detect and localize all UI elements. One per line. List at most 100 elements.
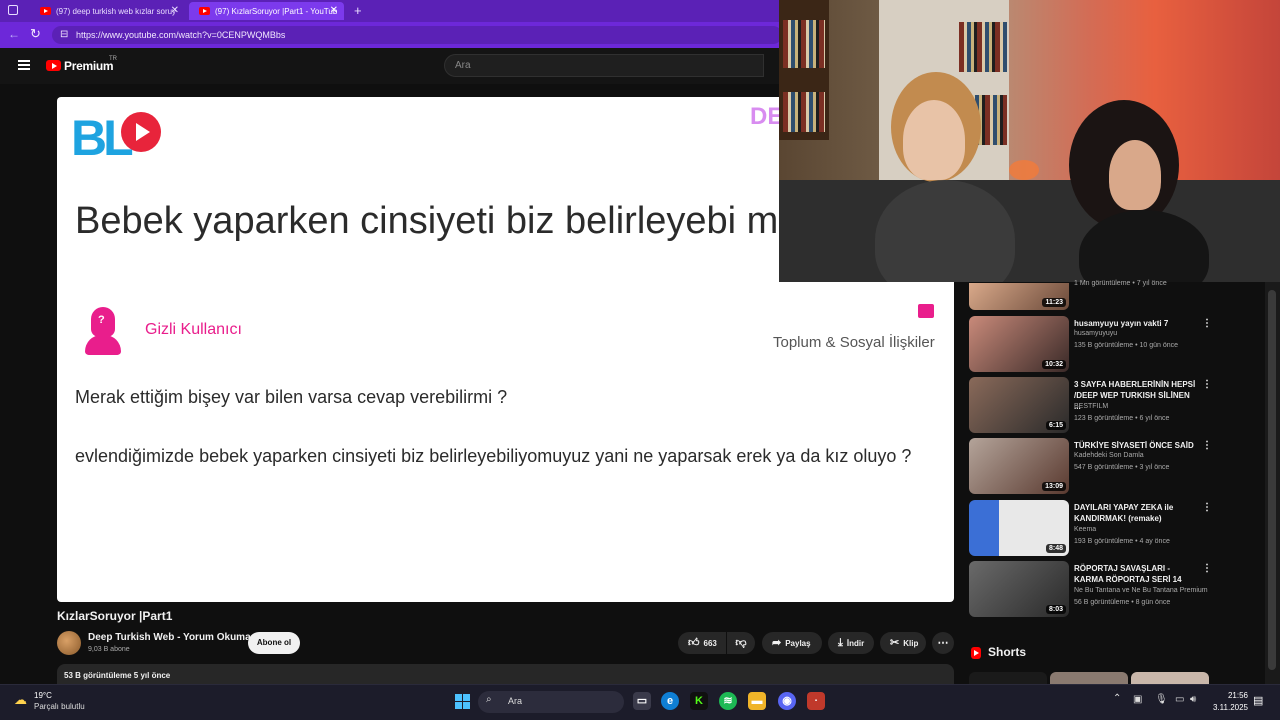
edge-icon[interactable]: e bbox=[661, 692, 679, 710]
shorts-icon bbox=[971, 647, 981, 659]
recommended-video[interactable]: 6:15 3 SAYFA HABERLERİNİN HEPSİ /DEEP WE… bbox=[969, 377, 1212, 435]
short-thumbnail[interactable] bbox=[969, 672, 1047, 684]
weather-temperature[interactable]: 19°C bbox=[34, 691, 52, 700]
tab-label: (97) KızlarSoruyor |Part1 - YouTub bbox=[215, 7, 338, 16]
microphone-icon[interactable]: 🎙︎ bbox=[1155, 694, 1168, 705]
anonymous-user-icon: ? bbox=[85, 307, 121, 357]
back-arrow-icon[interactable]: ← bbox=[8, 27, 20, 41]
kick-icon[interactable]: K bbox=[690, 692, 708, 710]
channel-name[interactable]: Deep Turkish Web - Yorum Okuma bbox=[88, 632, 251, 643]
weather-icon[interactable]: ☁ bbox=[14, 692, 27, 708]
share-button[interactable]: ➦ Paylaş bbox=[762, 632, 822, 654]
tray-app-icon[interactable]: ▣ bbox=[1133, 694, 1142, 705]
video-meta: 56 B görüntüleme • 8 gün önce bbox=[1074, 599, 1171, 606]
spotify-icon[interactable]: ≋ bbox=[719, 692, 737, 710]
task-view-icon[interactable]: ▭ bbox=[633, 692, 651, 710]
video-thumbnail[interactable]: 8:48 bbox=[969, 500, 1069, 556]
close-tab-icon[interactable]: ✕ bbox=[171, 5, 179, 16]
clock-date[interactable]: 3.11.2025 bbox=[1206, 703, 1248, 712]
video-duration: 6:15 bbox=[1045, 421, 1066, 430]
more-options-icon[interactable]: ⋮ bbox=[1202, 379, 1212, 390]
weather-condition[interactable]: Parçalı bulutlu bbox=[34, 702, 85, 711]
youtube-logo-icon[interactable] bbox=[46, 60, 61, 71]
subscribe-button[interactable]: Abone ol bbox=[248, 632, 300, 654]
short-thumbnail[interactable] bbox=[1050, 672, 1128, 684]
video-meta: 123 B görüntüleme • 6 yıl önce bbox=[1074, 415, 1170, 422]
video-channel: Kadehdeki Son Damla bbox=[1074, 452, 1144, 459]
video-title: TÜRKİYE SİYASETİ ÖNCE SAİD bbox=[1074, 441, 1194, 450]
more-options-icon[interactable]: ⋮ bbox=[1202, 440, 1212, 451]
recommended-video[interactable]: 8:48 DAYILARI YAPAY ZEKA ile KANDIRMAK! … bbox=[969, 500, 1212, 558]
question-body-line: evlendiğimizde bebek yaparken cinsiyeti … bbox=[75, 446, 912, 466]
more-options-icon[interactable]: ⋮ bbox=[1202, 502, 1212, 513]
show-hidden-icons[interactable]: ⌃ bbox=[1113, 693, 1121, 704]
thumbs-up-icon: 👍︎ bbox=[688, 637, 700, 649]
notification-icon[interactable]: ▤ bbox=[1253, 694, 1263, 707]
close-tab-icon[interactable]: ✕ bbox=[330, 5, 338, 16]
video-thumbnail[interactable]: 10:32 bbox=[969, 316, 1069, 372]
clock-time[interactable]: 21:56 bbox=[1210, 691, 1248, 700]
video-thumbnail[interactable]: 13:09 bbox=[969, 438, 1069, 494]
video-meta: 1 Mn görüntüleme • 7 yıl önce bbox=[1074, 280, 1167, 287]
video-thumbnail[interactable]: 11:23 bbox=[969, 283, 1069, 310]
reload-icon[interactable]: ↻ bbox=[30, 26, 41, 42]
video-title: DAYILARI YAPAY ZEKA ile KANDIRMAK! (rema… bbox=[1074, 503, 1174, 523]
scrollbar-thumb[interactable] bbox=[1268, 290, 1276, 670]
menu-icon[interactable] bbox=[18, 60, 30, 70]
download-icon: ⤓ bbox=[838, 637, 843, 649]
scissors-icon: ✂ bbox=[890, 637, 900, 649]
video-thumbnail[interactable]: 8:03 bbox=[969, 561, 1069, 617]
video-duration: 13:09 bbox=[1042, 482, 1066, 491]
discord-icon[interactable]: ◉ bbox=[778, 692, 796, 710]
webcam-overlay bbox=[779, 0, 1280, 282]
description-box[interactable] bbox=[57, 664, 954, 684]
tab-actions-icon[interactable] bbox=[8, 5, 18, 15]
more-actions-button[interactable]: ⋯ bbox=[932, 632, 954, 654]
comment-icon bbox=[918, 304, 934, 318]
views-and-date: 53 B görüntüleme 5 yıl önce bbox=[64, 671, 171, 680]
subscriber-count: 9,03 B abone bbox=[88, 646, 130, 653]
streaming-app-icon[interactable]: ▪ bbox=[807, 692, 825, 710]
volume-icon[interactable]: 🔊︎ bbox=[1190, 694, 1196, 705]
video-duration: 8:03 bbox=[1045, 605, 1066, 614]
bl-logo: BL bbox=[71, 110, 134, 166]
recommended-video[interactable]: 10:32 husamyuyu yayın vakti 7 husamyuyuy… bbox=[969, 316, 1212, 374]
tab-kizlarsoruyor[interactable]: (97) KızlarSoruyor |Part1 - YouTub ✕ bbox=[189, 2, 344, 20]
short-thumbnail[interactable] bbox=[1131, 672, 1209, 684]
video-channel: Keema bbox=[1074, 526, 1097, 533]
video-meta: 547 B görüntüleme • 3 yıl önce bbox=[1074, 464, 1170, 471]
share-icon: ➦ bbox=[772, 637, 782, 649]
like-button[interactable]: 👍︎ 663 bbox=[678, 632, 726, 654]
thumbs-down-icon: 👎︎ bbox=[735, 637, 747, 649]
video-meta: 193 B görüntüleme • 4 ay önce bbox=[1074, 538, 1170, 545]
file-explorer-icon[interactable]: ▬ bbox=[748, 692, 766, 710]
youtube-premium-brand[interactable]: Premium bbox=[64, 59, 114, 73]
taskbar-search[interactable]: Ara bbox=[478, 691, 624, 713]
recommended-video[interactable]: 8:03 RÖPORTAJ SAVAŞLARI - KARMA RÖPORTAJ… bbox=[969, 561, 1212, 619]
network-icon[interactable]: ▭ bbox=[1175, 694, 1184, 705]
more-options-icon[interactable]: ⋮ bbox=[1202, 563, 1212, 574]
video-duration: 8:48 bbox=[1045, 544, 1066, 553]
start-button[interactable] bbox=[455, 694, 470, 709]
video-title: RÖPORTAJ SAVAŞLARI - KARMA RÖPORTAJ SERİ… bbox=[1074, 564, 1182, 584]
question-body-line: Merak ettiğim bişey var bilen varsa ceva… bbox=[75, 387, 508, 407]
download-label: İndir bbox=[846, 639, 865, 648]
video-thumbnail[interactable]: 6:15 bbox=[969, 377, 1069, 433]
like-count: 663 bbox=[703, 639, 717, 648]
channel-avatar[interactable] bbox=[57, 631, 81, 655]
url-text[interactable]: https://www.youtube.com/watch?v=0CENPWQM… bbox=[76, 30, 285, 40]
tab-deep-turkish-search[interactable]: (97) deep turkish web kızlar soruy ✕ bbox=[30, 2, 185, 20]
download-button[interactable]: ⤓ İndir bbox=[828, 632, 874, 654]
question-author: Gizli Kullanıcı bbox=[145, 321, 242, 338]
site-info-icon[interactable]: ⊟ bbox=[60, 29, 68, 40]
recommended-video[interactable]: 13:09 TÜRKİYE SİYASETİ ÖNCE SAİD Kadehde… bbox=[969, 438, 1212, 496]
new-tab-button[interactable]: + bbox=[354, 3, 362, 18]
video-title: husamyuyu yayın vakti 7 bbox=[1074, 319, 1169, 328]
question-category: Toplum & Sosyal İlişkiler bbox=[773, 334, 935, 351]
search-input[interactable]: Ara bbox=[444, 54, 764, 77]
youtube-favicon-icon bbox=[40, 7, 51, 15]
more-options-icon[interactable]: ⋮ bbox=[1202, 318, 1212, 329]
clip-button[interactable]: ✂ Klip bbox=[880, 632, 926, 654]
video-title: KızlarSoruyor |Part1 bbox=[57, 609, 173, 623]
dislike-button[interactable]: 👎︎ bbox=[727, 632, 755, 654]
